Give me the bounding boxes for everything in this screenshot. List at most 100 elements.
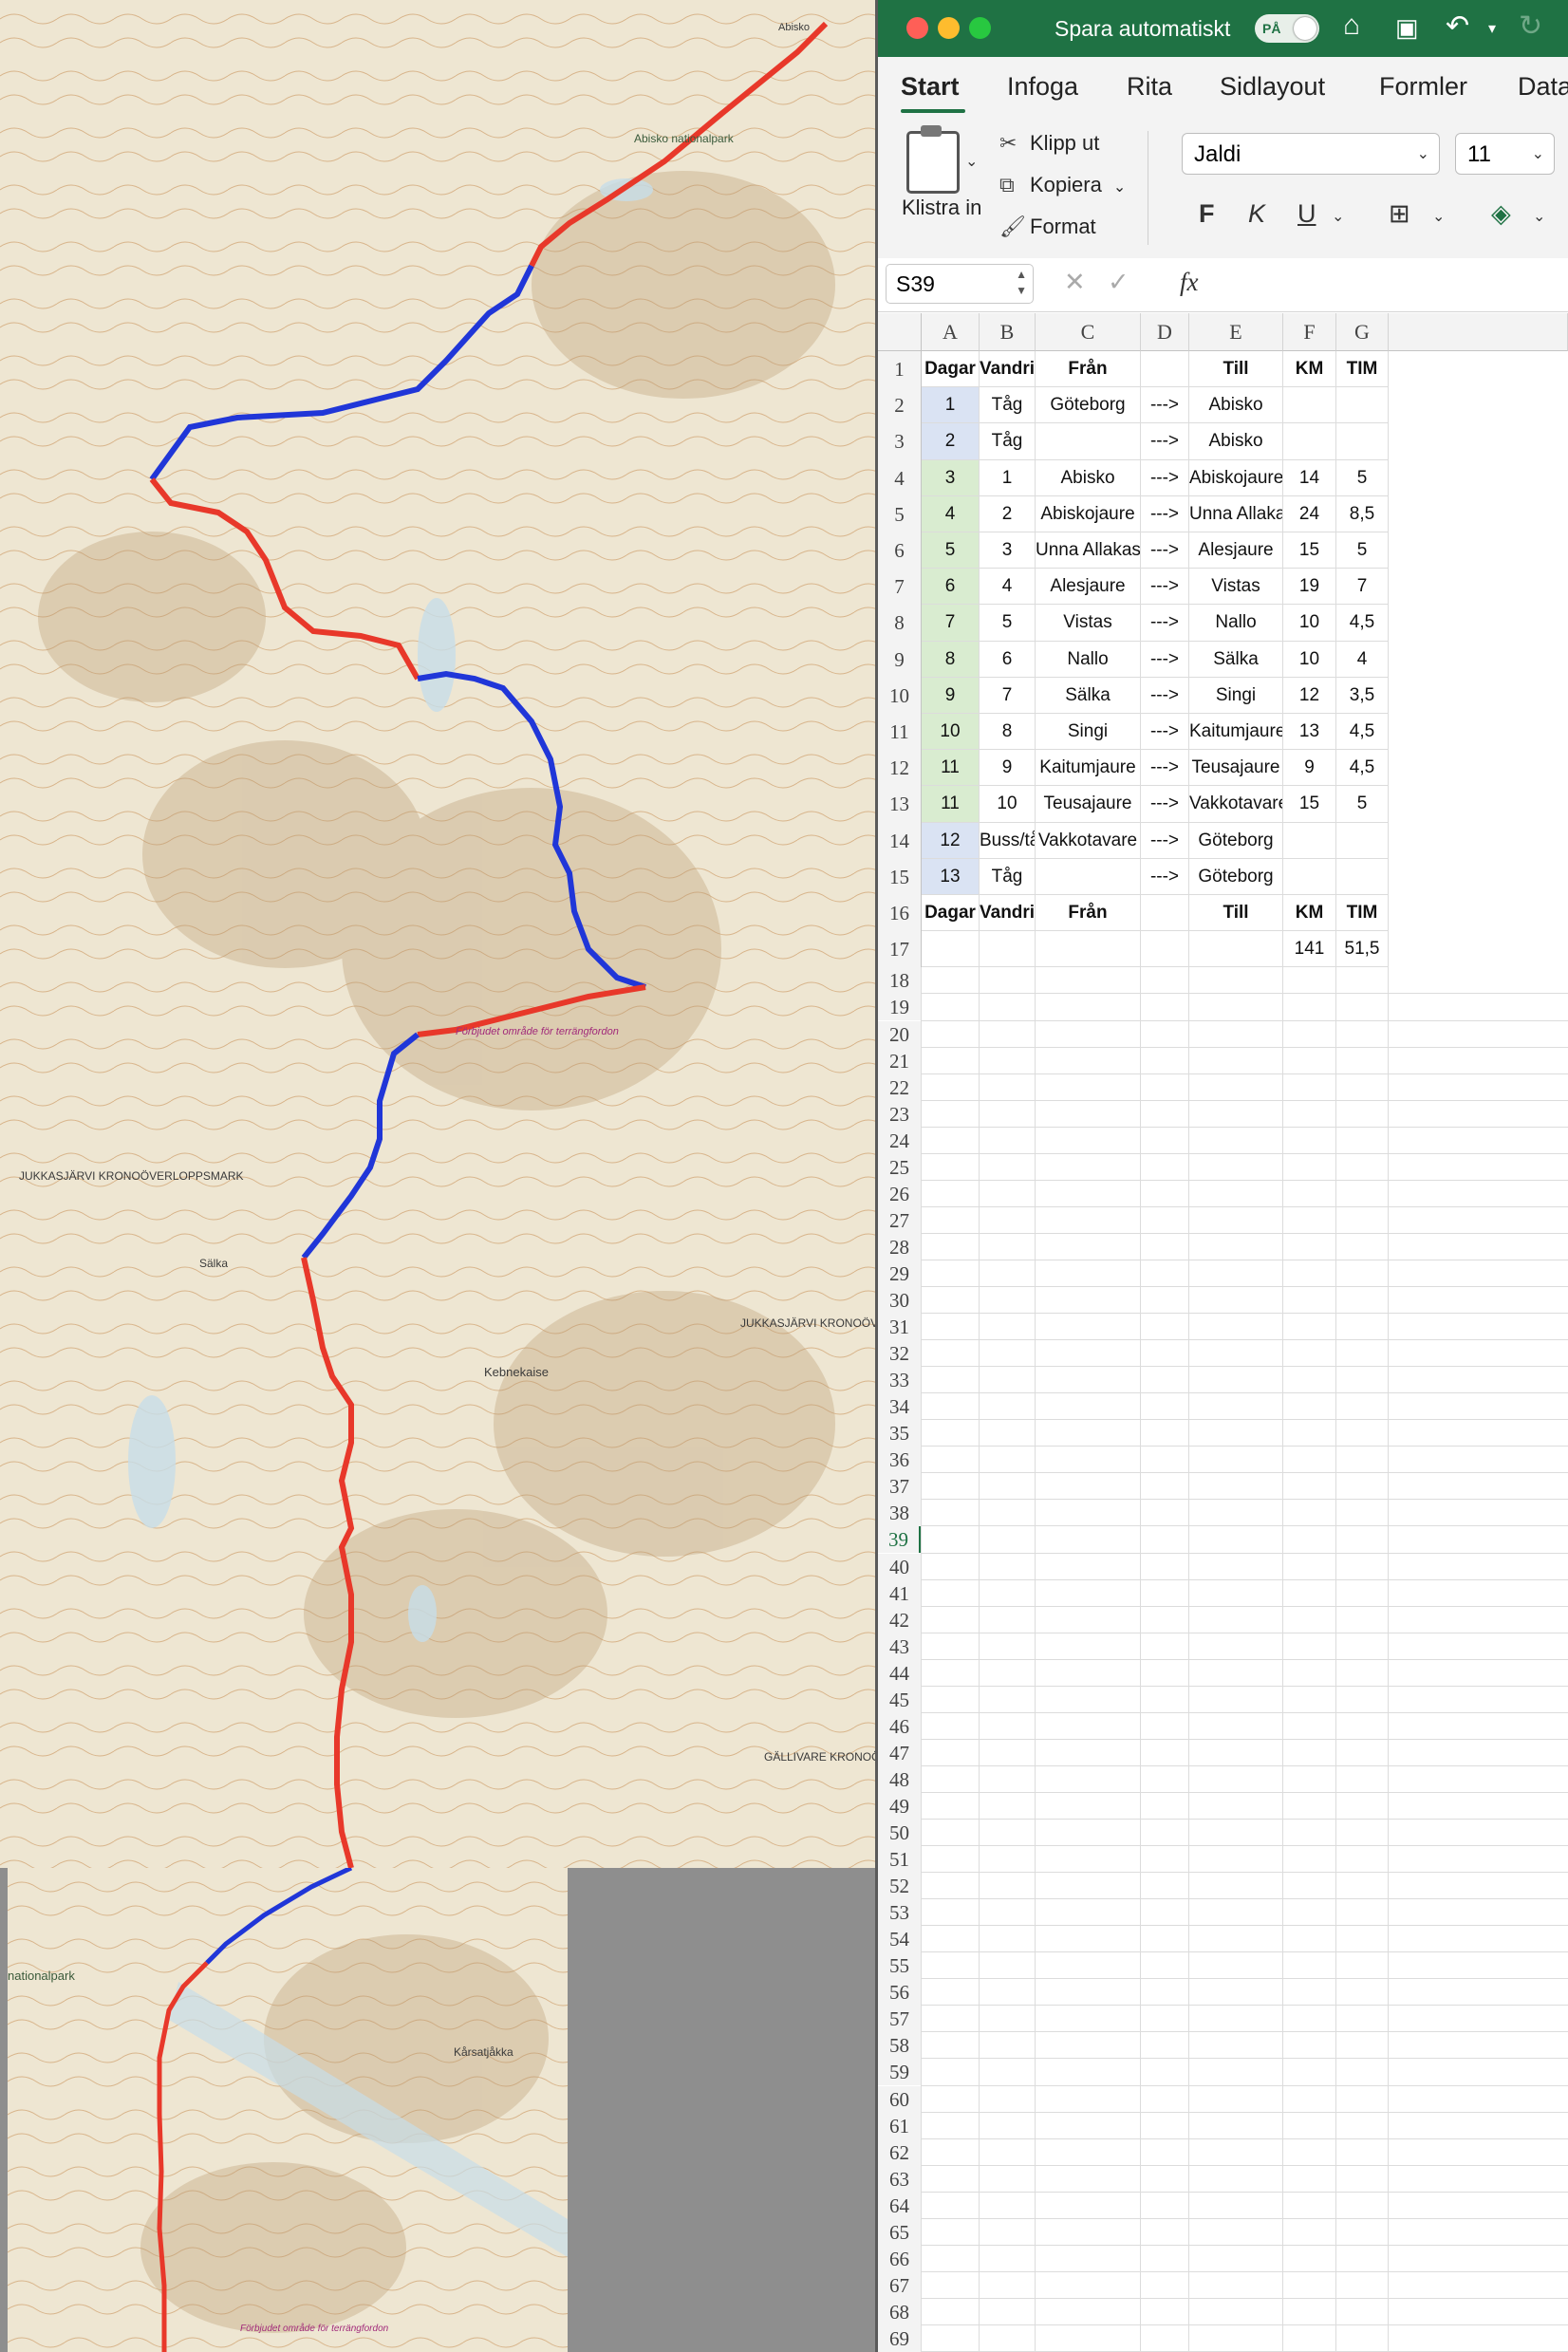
row-header-37[interactable]: 37 <box>878 1473 922 1501</box>
row-header-43[interactable]: 43 <box>878 1633 922 1660</box>
column-header-e[interactable]: E <box>1189 313 1283 351</box>
row-header-36[interactable]: 36 <box>878 1447 922 1474</box>
row-header-54[interactable]: 54 <box>878 1926 922 1953</box>
row-header-48[interactable]: 48 <box>878 1765 922 1793</box>
cell-a14[interactable]: 12 <box>922 822 980 859</box>
row-header-29[interactable]: 29 <box>878 1260 922 1287</box>
cell-g3[interactable] <box>1336 423 1389 460</box>
row-header-46[interactable]: 46 <box>878 1712 922 1740</box>
cell-f14[interactable] <box>1283 822 1336 859</box>
row-header-56[interactable]: 56 <box>878 1979 922 2007</box>
cell-a3[interactable]: 2 <box>922 423 980 460</box>
cell-c17[interactable] <box>1036 931 1141 968</box>
cell-g12[interactable]: 4,5 <box>1336 750 1389 787</box>
cell-d3[interactable]: ---> <box>1141 423 1189 460</box>
cell-c9[interactable]: Nallo <box>1036 641 1141 678</box>
cell-c2[interactable]: Göteborg <box>1036 387 1141 424</box>
row-header-68[interactable]: 68 <box>878 2298 922 2325</box>
cell-f10[interactable]: 12 <box>1283 677 1336 714</box>
cell-b12[interactable]: 9 <box>980 750 1036 787</box>
row-header-40[interactable]: 40 <box>878 1553 922 1580</box>
cell-g8[interactable]: 4,5 <box>1336 605 1389 642</box>
cell-d5[interactable]: ---> <box>1141 495 1189 532</box>
cell-c15[interactable] <box>1036 858 1141 895</box>
cell-f15[interactable] <box>1283 858 1336 895</box>
cell-e3[interactable]: Abisko <box>1189 423 1283 460</box>
cell-f1[interactable]: KM <box>1283 351 1336 388</box>
cell-c14[interactable]: Vakkotavare <box>1036 822 1141 859</box>
cell-e16[interactable]: Till <box>1189 895 1283 932</box>
cell-c3[interactable] <box>1036 423 1141 460</box>
cell-g2[interactable] <box>1336 387 1389 424</box>
close-window-button[interactable] <box>906 17 928 39</box>
cell-b14[interactable]: Buss/tåg <box>980 822 1036 859</box>
cell-d8[interactable]: ---> <box>1141 605 1189 642</box>
cell-e9[interactable]: Sälka <box>1189 641 1283 678</box>
cell-a2[interactable]: 1 <box>922 387 980 424</box>
column-header-d[interactable]: D <box>1141 313 1189 351</box>
column-header-a[interactable]: A <box>922 313 980 351</box>
cell-g14[interactable] <box>1336 822 1389 859</box>
cell-g16[interactable]: TIM <box>1336 895 1389 932</box>
underline-dropdown-icon[interactable]: ⌄ <box>1332 207 1344 226</box>
cell-d4[interactable]: ---> <box>1141 459 1189 496</box>
row-header-26[interactable]: 26 <box>878 1180 922 1207</box>
name-box-stepper-icon[interactable]: ▲ ▼ <box>1016 267 1027 299</box>
row-header-25[interactable]: 25 <box>878 1153 922 1181</box>
cell-e17[interactable] <box>1189 931 1283 968</box>
cell-a10[interactable]: 9 <box>922 677 980 714</box>
cell-a13[interactable]: 11 <box>922 786 980 823</box>
cell-b10[interactable]: 7 <box>980 677 1036 714</box>
cell-b3[interactable]: Tåg <box>980 423 1036 460</box>
cell-g6[interactable]: 5 <box>1336 532 1389 569</box>
row-header-27[interactable]: 27 <box>878 1206 922 1234</box>
row-header-5[interactable]: 5 <box>878 495 922 532</box>
cell-b15[interactable]: Tåg <box>980 858 1036 895</box>
cell-f17[interactable]: 141 <box>1283 931 1336 968</box>
row-header-59[interactable]: 59 <box>878 2059 922 2086</box>
cell-d13[interactable]: ---> <box>1141 786 1189 823</box>
row-header-66[interactable]: 66 <box>878 2245 922 2272</box>
cell-a9[interactable]: 8 <box>922 641 980 678</box>
paste-icon[interactable] <box>906 125 960 194</box>
row-header-67[interactable]: 67 <box>878 2271 922 2299</box>
zoom-window-button[interactable] <box>969 17 991 39</box>
cell-b1[interactable]: Vandring <box>980 351 1036 388</box>
row-header-34[interactable]: 34 <box>878 1393 922 1421</box>
row-header-57[interactable]: 57 <box>878 2006 922 2033</box>
cell-e7[interactable]: Vistas <box>1189 569 1283 606</box>
column-header-c[interactable]: C <box>1036 313 1141 351</box>
cell-g17[interactable]: 51,5 <box>1336 931 1389 968</box>
cell-f7[interactable]: 19 <box>1283 569 1336 606</box>
row-header-20[interactable]: 20 <box>878 1020 922 1048</box>
cell-d17[interactable] <box>1141 931 1189 968</box>
cell-b9[interactable]: 6 <box>980 641 1036 678</box>
cell-e13[interactable]: Vakkotavare <box>1189 786 1283 823</box>
row-header-50[interactable]: 50 <box>878 1820 922 1847</box>
undo-icon[interactable]: ↶ <box>1446 9 1469 43</box>
row-header-31[interactable]: 31 <box>878 1314 922 1341</box>
cell-f3[interactable] <box>1283 423 1336 460</box>
cell-b16[interactable]: Vandring <box>980 895 1036 932</box>
cell-g11[interactable]: 4,5 <box>1336 714 1389 751</box>
row-header-16[interactable]: 16 <box>878 895 922 932</box>
bold-button[interactable]: F <box>1199 199 1215 229</box>
cell-f16[interactable]: KM <box>1283 895 1336 932</box>
row-header-11[interactable]: 11 <box>878 714 922 751</box>
row-header-1[interactable]: 1 <box>878 351 922 388</box>
paste-dropdown-icon[interactable]: ⌄ <box>965 152 978 171</box>
column-header-f[interactable]: F <box>1283 313 1336 351</box>
tab-data[interactable]: Data <box>1518 72 1568 102</box>
redo-icon[interactable]: ↻ <box>1519 9 1542 43</box>
font-name-select[interactable]: Jaldi ⌄ <box>1182 133 1440 175</box>
row-header-28[interactable]: 28 <box>878 1233 922 1260</box>
cell-d14[interactable]: ---> <box>1141 822 1189 859</box>
cell-e1[interactable]: Till <box>1189 351 1283 388</box>
row-header-51[interactable]: 51 <box>878 1846 922 1874</box>
tab-start[interactable]: Start <box>901 72 960 102</box>
cell-d6[interactable]: ---> <box>1141 532 1189 569</box>
cell-c6[interactable]: Unna Allakas <box>1036 532 1141 569</box>
row-header-14[interactable]: 14 <box>878 822 922 859</box>
cell-e2[interactable]: Abisko <box>1189 387 1283 424</box>
cell-c4[interactable]: Abisko <box>1036 459 1141 496</box>
